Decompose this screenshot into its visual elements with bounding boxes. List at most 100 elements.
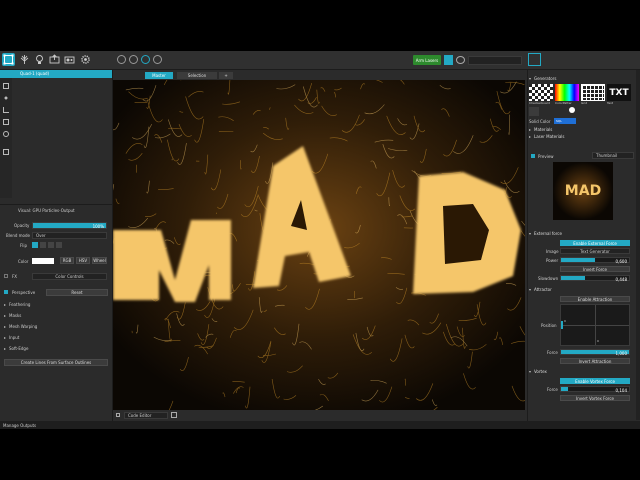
materials-header[interactable]: Materials [529, 127, 552, 132]
select-icon[interactable] [3, 83, 9, 89]
wheel-button[interactable]: Wheel [92, 257, 107, 264]
library-icon[interactable] [528, 53, 541, 66]
flip-v-button[interactable] [48, 242, 54, 248]
status-bar: Manage Outputs [0, 421, 640, 429]
tab-master[interactable]: Master [145, 72, 173, 79]
position-handle[interactable] [561, 321, 563, 329]
vortex-header[interactable]: Vortex [529, 369, 547, 374]
right-scrollbar[interactable] [636, 70, 640, 420]
grid-generator[interactable] [581, 84, 605, 101]
flip-label: Flip [20, 243, 28, 248]
perspective-checkbox[interactable] [4, 290, 8, 294]
circle-icon[interactable] [3, 131, 9, 137]
laser-materials-header[interactable]: Laser Materials [529, 134, 564, 139]
enable-external-force-toggle[interactable]: Enable External Force [560, 240, 630, 246]
output-icon[interactable] [48, 53, 61, 66]
reset-button[interactable]: Reset [46, 289, 108, 296]
add-point-icon[interactable] [3, 95, 9, 101]
enable-attraction-toggle[interactable]: Enable Attraction [560, 296, 630, 302]
slowdown-fill [561, 276, 585, 280]
pause-icon[interactable] [117, 55, 126, 64]
position-y-tick: 0 [564, 319, 566, 323]
info-icon[interactable] [141, 55, 150, 64]
bulb-icon[interactable] [33, 53, 46, 66]
invert-attraction-button[interactable]: Invert Attraction [560, 358, 630, 364]
color-swatch[interactable] [32, 258, 54, 264]
slowdown-value: 0,448 [615, 276, 627, 282]
fx-select[interactable]: Color Controls [32, 273, 107, 280]
invert-force-button[interactable]: Invert Force [560, 266, 630, 272]
image-select[interactable]: Text Generator [560, 248, 630, 254]
vortex-title: Vortex [534, 369, 547, 374]
color-label: Color [18, 259, 29, 264]
slowdown-slider[interactable]: 0,448 [560, 275, 630, 282]
invert-vortex-button[interactable]: Invert Vortex Force [560, 395, 630, 401]
triangle-icon[interactable] [3, 107, 9, 113]
projector-icon[interactable] [63, 53, 76, 66]
tab-add[interactable]: + [219, 72, 233, 79]
fx-checkbox[interactable] [4, 274, 8, 278]
eye-icon[interactable] [456, 56, 465, 64]
section-soft-edge[interactable]: Soft-Edge [4, 346, 28, 351]
section-feathering[interactable]: Feathering [4, 302, 30, 307]
toggle-icon[interactable] [116, 413, 120, 417]
section-mesh-warping[interactable]: Mesh Warping [4, 324, 37, 329]
vortex-force-value: 0,104 [615, 387, 627, 393]
fullscreen-icon[interactable] [444, 55, 453, 65]
rgb-button[interactable]: RGB [60, 257, 74, 264]
code-editor-label: Code Editor [128, 413, 152, 418]
caret-right-icon [529, 129, 531, 131]
tree-icon[interactable] [18, 53, 31, 66]
section-input[interactable]: Input [4, 335, 19, 340]
create-lines-button[interactable]: Create Lines From Surface Outlines [4, 359, 108, 366]
preview-mode-select[interactable]: Thumbnail [592, 152, 634, 159]
generators-title: Generators [534, 76, 557, 81]
solid-color-value[interactable]: SQL [554, 118, 576, 124]
image-value: Text Generator [580, 248, 610, 254]
vortex-force-slider[interactable]: 0,104 [560, 386, 630, 393]
attractor-header[interactable]: Attractor [529, 287, 552, 292]
stop-icon[interactable] [129, 55, 138, 64]
position-pad[interactable]: 0 0 [560, 304, 630, 346]
hsv-button[interactable]: HSV [76, 257, 90, 264]
import-icon[interactable] [3, 149, 9, 155]
caret-right-icon [529, 136, 531, 138]
popout-icon[interactable] [171, 412, 177, 418]
image-label: Image [546, 249, 559, 254]
main-viewport[interactable] [113, 80, 525, 410]
opacity-slider[interactable]: 100% [32, 222, 107, 229]
layer-tree-header[interactable]: Quad-1 (quad) [0, 70, 112, 78]
external-force-header[interactable]: External force [529, 231, 562, 236]
tab-selection[interactable]: Selection [177, 72, 217, 79]
section-soft-edge-label: Soft-Edge [9, 346, 29, 351]
enable-vortex-toggle[interactable]: Enable Vortex Force [560, 378, 630, 384]
colorpattern-generator[interactable] [555, 84, 579, 101]
flip-both-button[interactable] [56, 242, 62, 248]
code-editor-select[interactable]: Code Editor [124, 412, 168, 419]
flip-h-button[interactable] [40, 242, 46, 248]
checkerboard-generator[interactable] [529, 84, 553, 101]
laser-materials-title: Laser Materials [534, 134, 565, 139]
gen-label-checkerboard: Checkerboard [529, 101, 550, 105]
output-selector[interactable] [468, 56, 522, 65]
preview-checkbox[interactable] [531, 154, 535, 158]
blend-mode-select[interactable]: Over [32, 232, 107, 239]
arm-lasers-button[interactable]: Arm Lasers [413, 55, 441, 65]
preview-thumbnail: MAD [553, 162, 613, 220]
opacity-label: Opacity [14, 223, 30, 228]
surface-mode-icon[interactable] [2, 53, 15, 66]
text-generator[interactable]: TXT [607, 84, 631, 101]
force-slider[interactable]: 1,000 [560, 349, 630, 356]
quad-icon[interactable] [3, 119, 9, 125]
section-masks[interactable]: Masks [4, 313, 21, 318]
gear-icon[interactable] [79, 53, 92, 66]
position-label: Position [541, 323, 557, 328]
generators-header[interactable]: Generators [529, 76, 556, 81]
add-generator-button[interactable] [529, 107, 539, 116]
flip-none-button[interactable] [32, 242, 38, 248]
loop-icon[interactable] [153, 55, 162, 64]
caret-down-icon [529, 371, 531, 373]
vortex-force-label: Force [547, 387, 558, 392]
power-slider[interactable]: 0,600 [560, 257, 630, 264]
quad-layer-label: Quad-1 (quad) [20, 71, 50, 76]
